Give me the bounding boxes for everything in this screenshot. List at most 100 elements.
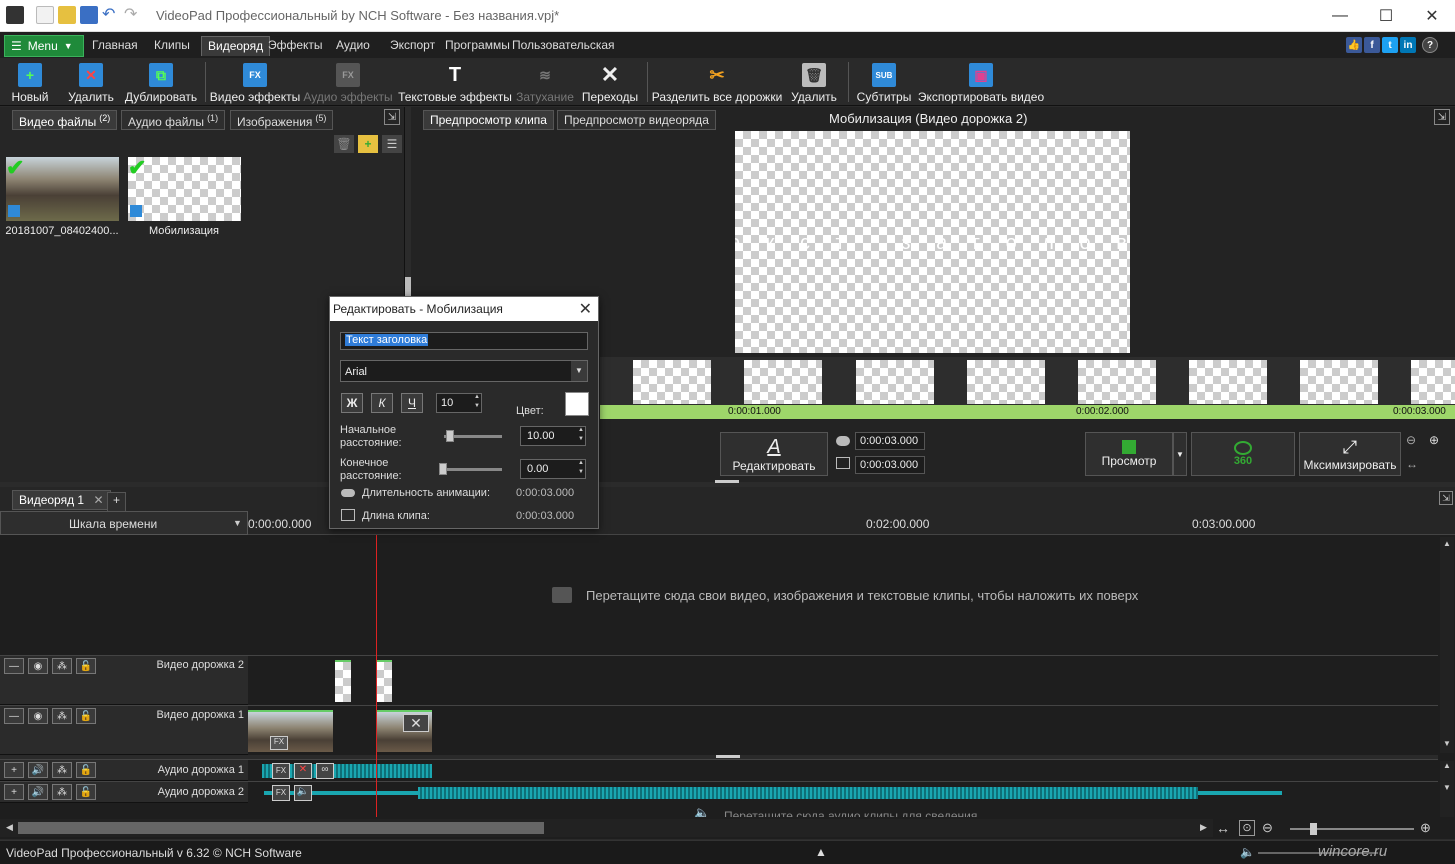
undo-icon[interactable]: ↶ (102, 4, 120, 23)
add-sequence-button[interactable]: + (107, 492, 127, 512)
stepper-up-icon[interactable]: ▲ (578, 427, 584, 433)
save-project-icon[interactable] (80, 6, 98, 24)
tab-effects[interactable]: Эффекты (262, 36, 329, 56)
track-lane-audio-1[interactable]: FX ✕ ∞ (248, 759, 1438, 781)
stepper-down-icon[interactable]: ▼ (578, 469, 584, 475)
fx-icon[interactable]: FX (272, 785, 290, 801)
fit-width-icon[interactable]: ↔ (1216, 820, 1230, 836)
stepper-down-icon[interactable]: ▼ (578, 436, 584, 442)
collapse-icon[interactable]: — (4, 658, 24, 674)
open-project-icon[interactable] (58, 6, 76, 24)
vr360-button[interactable]: 360 (1191, 432, 1295, 476)
scroll-down-icon[interactable]: ▼ (1443, 783, 1451, 792)
transition-icon[interactable]: ✕ (403, 714, 429, 732)
eye-icon[interactable]: ◉ (28, 658, 48, 674)
facebook-icon[interactable]: f (1364, 37, 1380, 53)
link-icon[interactable]: ∞ (316, 763, 334, 779)
lock-icon[interactable]: 🔓 (76, 762, 96, 778)
panel-resize-handle[interactable] (715, 480, 739, 483)
font-select[interactable]: Arial ▼ (340, 360, 588, 382)
audio-effects-button[interactable]: FX Аудио эффекты (303, 60, 393, 104)
text-effects-button[interactable]: T Текстовые эффекты (398, 60, 512, 105)
zoom-out-icon[interactable]: ⊖ (1262, 820, 1273, 836)
audio-drop-zone[interactable]: 🔈 Перетащите сюда аудио клипы для сведен… (248, 803, 1438, 817)
stepper-down-icon[interactable]: ▼ (474, 403, 480, 409)
zoom-in-icon[interactable]: ⊕ (1429, 433, 1445, 449)
fade-button[interactable]: ≋ Затухание (515, 60, 575, 105)
tab-sequence-1[interactable]: Видеоряд 1 ✕ (12, 490, 111, 510)
stepper-up-icon[interactable]: ▲ (578, 460, 584, 466)
lock-icon[interactable]: 🔓 (76, 658, 96, 674)
tab-export[interactable]: Экспорт (384, 36, 441, 56)
help-icon[interactable]: ? (1422, 37, 1438, 53)
video-thumbnail[interactable]: ✔ (6, 157, 119, 221)
scale-selector[interactable]: Шкала времени ▼ (0, 511, 248, 535)
undock-icon[interactable]: ⇲ (1434, 109, 1450, 125)
title-thumbnail[interactable]: ✔ (128, 157, 241, 221)
tab-sequence-preview[interactable]: Предпросмотр видеоряда (557, 110, 716, 130)
scroll-thumb[interactable] (18, 822, 544, 834)
dialog-close-icon[interactable]: ✕ (579, 299, 592, 319)
split-all-tracks-button[interactable]: ✂ Разделить все дорожки (652, 60, 783, 105)
video-clip[interactable]: ✕ (376, 710, 432, 752)
lock-icon[interactable]: 🔓 (76, 708, 96, 724)
fx-icon[interactable]: FX (270, 736, 288, 750)
lock-icon[interactable]: 🔓 (76, 784, 96, 800)
maximize-preview-button[interactable]: ⤢ Мксимизировать (1299, 432, 1401, 476)
color-swatch[interactable] (565, 392, 589, 416)
bold-button[interactable]: Ж (341, 393, 363, 413)
collapse-panel-icon[interactable]: ▲ (815, 845, 827, 859)
title-clip[interactable] (376, 660, 392, 702)
menu-button[interactable]: ☰ Menu ▼ (4, 35, 84, 57)
scroll-up-icon[interactable]: ▲ (1443, 761, 1451, 770)
fit-width-icon[interactable]: ↔ (1406, 457, 1422, 473)
track-divider-handle[interactable] (716, 755, 740, 758)
zoom-fit-icon[interactable]: ⊙ (1239, 820, 1255, 836)
trash-icon[interactable]: 🗑 (334, 135, 354, 153)
new-button[interactable]: + Новый (8, 60, 52, 104)
speaker-icon[interactable]: 🔊 (28, 762, 48, 778)
tab-sequence[interactable]: Видеоряд (201, 36, 271, 56)
expand-icon[interactable]: + (4, 784, 24, 800)
end-distance-field[interactable]: 0.00 ▲ ▼ (520, 459, 586, 479)
animation-duration-field[interactable]: 0:00:03.000 (855, 432, 925, 450)
group-icon[interactable]: ⁂ (52, 784, 72, 800)
export-video-button[interactable]: ▣ Экспортировать видео (918, 60, 1044, 104)
clip-length-field[interactable]: 0:00:03.000 (855, 456, 925, 474)
scroll-left-icon[interactable]: ◀ (6, 822, 13, 833)
track-lane-audio-2[interactable]: FX 🔈 (248, 781, 1438, 803)
minimize-button[interactable]: — (1317, 0, 1363, 32)
horizontal-scrollbar[interactable]: ◀ ▶ (0, 819, 1213, 837)
tab-audio[interactable]: Аудио (330, 36, 376, 56)
start-distance-field[interactable]: 10.00 ▲ ▼ (520, 426, 586, 446)
playhead[interactable] (376, 535, 377, 817)
tab-custom[interactable]: Пользовательская (506, 36, 621, 56)
title-clip[interactable] (335, 660, 351, 702)
group-icon[interactable]: ⁂ (52, 708, 72, 724)
preview-dropdown[interactable]: ▼ (1173, 432, 1187, 476)
transitions-button[interactable]: ✕ Переходы (582, 60, 638, 104)
end-distance-slider[interactable] (442, 468, 502, 471)
tab-video-files[interactable]: Видео файлы (2) (12, 110, 118, 130)
collapse-icon[interactable]: — (4, 708, 24, 724)
zoom-in-icon[interactable]: ⊕ (1420, 820, 1431, 836)
scroll-down-icon[interactable]: ▼ (1443, 739, 1451, 748)
list-view-icon[interactable]: ☰ (382, 135, 402, 153)
stepper-up-icon[interactable]: ▲ (474, 394, 480, 400)
close-button[interactable]: ✕ (1409, 0, 1455, 32)
tab-audio-files[interactable]: Аудио файлы (1) (121, 110, 226, 130)
new-project-icon[interactable] (36, 6, 54, 24)
font-size-stepper[interactable]: 10 ▲ ▼ (436, 393, 482, 413)
speaker-icon[interactable]: 🔊 (28, 784, 48, 800)
group-icon[interactable]: ⁂ (52, 658, 72, 674)
italic-button[interactable]: К (371, 393, 393, 413)
preview-button[interactable]: Просмотр (1085, 432, 1173, 476)
like-icon[interactable]: 👍 (1346, 37, 1362, 53)
start-distance-knob[interactable] (446, 430, 454, 442)
speaker-icon[interactable]: 🔈 (294, 785, 312, 801)
twitter-icon[interactable]: t (1382, 37, 1398, 53)
end-distance-knob[interactable] (439, 463, 447, 475)
expand-icon[interactable]: + (4, 762, 24, 778)
scroll-right-icon[interactable]: ▶ (1200, 822, 1207, 833)
duplicate-button[interactable]: ⧉ Дублировать (124, 60, 198, 104)
